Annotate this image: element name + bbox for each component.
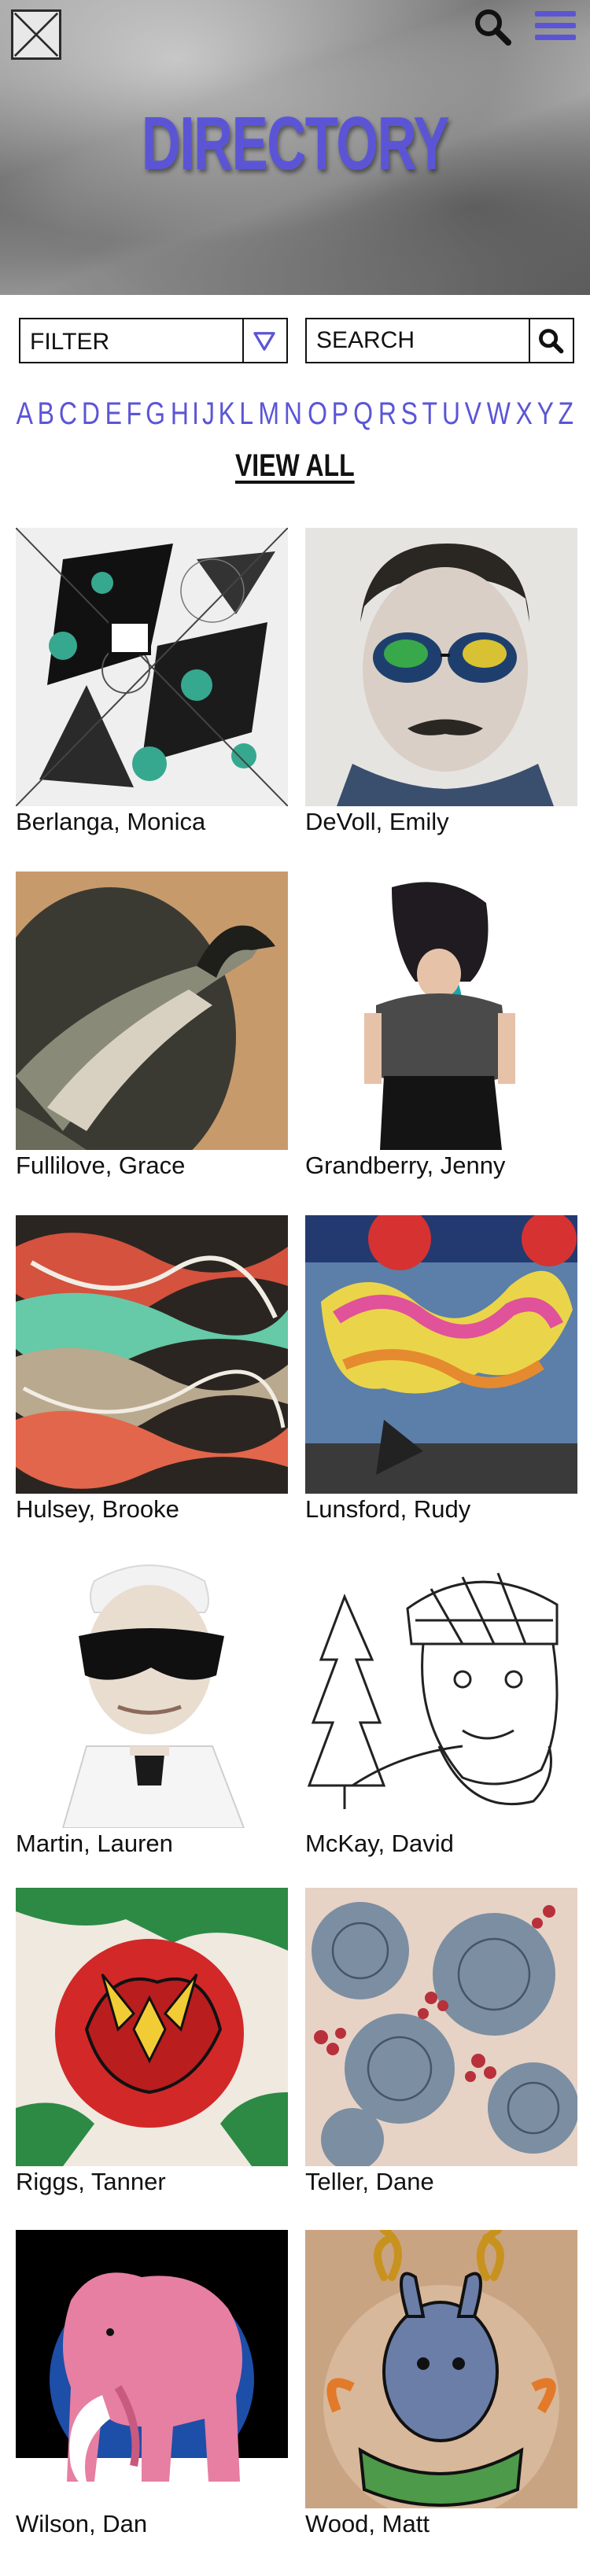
artist-thumbnail[interactable] <box>16 1215 288 1494</box>
alphabet-letter-b[interactable]: B <box>38 396 54 432</box>
alphabet-letter-a[interactable]: A <box>17 396 33 432</box>
alphabet-letter-e[interactable]: E <box>105 396 121 432</box>
alphabet-letter-k[interactable]: K <box>219 396 235 432</box>
artist-card[interactable]: Fullilove, Grace <box>16 872 288 1180</box>
artist-thumbnail[interactable] <box>16 1888 288 2166</box>
alphabet-letter-p[interactable]: P <box>332 396 348 432</box>
artist-name[interactable]: Teller, Dane <box>305 2168 577 2196</box>
hero-banner: DIRECTORY <box>0 0 590 295</box>
artist-name[interactable]: Fullilove, Grace <box>16 1152 288 1180</box>
artist-name[interactable]: Hulsey, Brooke <box>16 1495 288 1524</box>
alphabet-letter-n[interactable]: N <box>284 396 302 432</box>
alphabet-letter-d[interactable]: D <box>82 396 100 432</box>
artist-name[interactable]: Wood, Matt <box>305 2510 577 2538</box>
artist-thumbnail[interactable] <box>305 872 577 1150</box>
alphabet-letter-w[interactable]: W <box>487 396 511 432</box>
artist-thumbnail[interactable] <box>305 2230 577 2508</box>
alphabet-letter-h[interactable]: H <box>171 396 189 432</box>
artist-card[interactable]: Grandberry, Jenny <box>305 872 577 1180</box>
artist-thumbnail[interactable] <box>305 1550 577 1828</box>
view-all-link[interactable]: VIEW ALL <box>235 448 355 484</box>
artist-name[interactable]: Riggs, Tanner <box>16 2168 288 2196</box>
artist-thumbnail[interactable] <box>16 528 288 806</box>
artist-name[interactable]: DeVoll, Emily <box>305 808 577 836</box>
alphabet-letter-o[interactable]: O <box>308 396 327 432</box>
artist-name[interactable]: Martin, Lauren <box>16 1830 288 1858</box>
alphabet-letter-t[interactable]: T <box>422 396 437 432</box>
alphabet-letter-j[interactable]: J <box>202 396 215 432</box>
artist-thumbnail[interactable] <box>305 528 577 806</box>
search-submit-icon[interactable] <box>529 319 573 362</box>
hamburger-menu-icon[interactable] <box>535 11 576 46</box>
artist-card[interactable]: Lunsford, Rudy <box>305 1215 577 1524</box>
alphabet-letter-s[interactable]: S <box>401 396 418 432</box>
triangle-down-icon[interactable] <box>242 319 286 362</box>
artist-card[interactable]: Berlanga, Monica <box>16 528 288 836</box>
alphabet-nav: ABCDEFGHIJKLMNOPQRSTUVWXYZ <box>14 390 576 437</box>
search-box <box>305 318 574 363</box>
alphabet-letter-c[interactable]: C <box>59 396 77 432</box>
artist-name[interactable]: Lunsford, Rudy <box>305 1495 577 1524</box>
alphabet-letter-y[interactable]: Y <box>537 396 554 432</box>
alphabet-letter-v[interactable]: V <box>465 396 481 432</box>
artist-card[interactable]: Wood, Matt <box>305 2230 577 2538</box>
artist-thumbnail[interactable] <box>16 1550 288 1828</box>
artist-card[interactable]: McKay, David <box>305 1550 577 1858</box>
filter-dropdown[interactable]: FILTER <box>19 318 288 363</box>
alphabet-letter-q[interactable]: Q <box>353 396 373 432</box>
alphabet-letter-f[interactable]: F <box>126 396 142 432</box>
search-icon[interactable] <box>472 6 513 47</box>
alphabet-letter-x[interactable]: X <box>516 396 533 432</box>
artist-thumbnail[interactable] <box>16 2230 288 2508</box>
search-input[interactable] <box>307 319 529 362</box>
alphabet-letter-g[interactable]: G <box>146 396 166 432</box>
logo-x-icon[interactable] <box>11 9 61 60</box>
alphabet-letter-l[interactable]: L <box>239 396 253 432</box>
artist-card[interactable]: Teller, Dane <box>305 1888 577 2196</box>
artist-name[interactable]: Grandberry, Jenny <box>305 1152 577 1180</box>
artist-card[interactable]: Martin, Lauren <box>16 1550 288 1858</box>
artist-name[interactable]: Berlanga, Monica <box>16 808 288 836</box>
alphabet-letter-r[interactable]: R <box>378 396 396 432</box>
artist-card[interactable]: Wilson, Dan <box>16 2230 288 2538</box>
alphabet-letter-z[interactable]: Z <box>559 396 574 432</box>
filter-label: FILTER <box>30 329 110 355</box>
artist-card[interactable]: Riggs, Tanner <box>16 1888 288 2196</box>
artist-thumbnail[interactable] <box>16 872 288 1150</box>
alphabet-letter-u[interactable]: U <box>442 396 460 432</box>
artist-name[interactable]: Wilson, Dan <box>16 2510 288 2538</box>
view-all-container: VIEW ALL <box>0 448 590 484</box>
artist-card[interactable]: DeVoll, Emily <box>305 528 577 836</box>
artist-card[interactable]: Hulsey, Brooke <box>16 1215 288 1524</box>
alphabet-letter-m[interactable]: M <box>258 396 279 432</box>
artist-thumbnail[interactable] <box>305 1888 577 2166</box>
alphabet-letter-i[interactable]: I <box>192 396 199 432</box>
page-title: DIRECTORY <box>141 101 450 186</box>
artist-thumbnail[interactable] <box>305 1215 577 1494</box>
artist-name[interactable]: McKay, David <box>305 1830 577 1858</box>
